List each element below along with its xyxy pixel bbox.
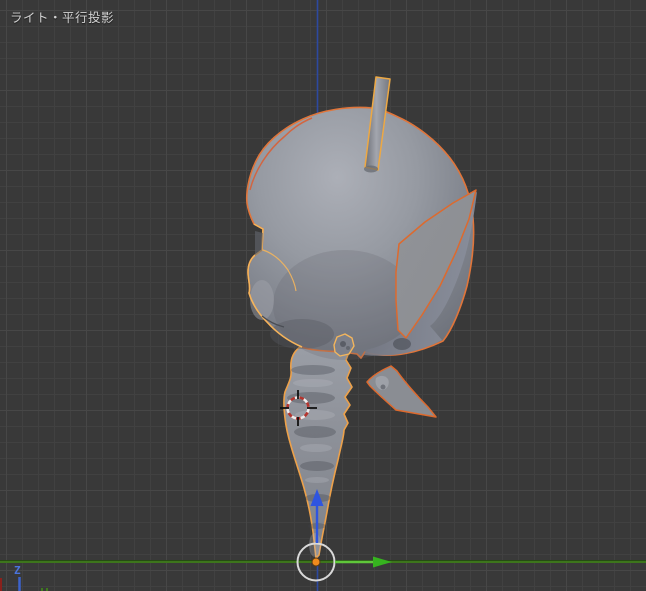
viewport-3d[interactable]: ライト・平行投影 Z — [0, 0, 646, 591]
object-origin-dot — [311, 557, 321, 567]
ear-detail-dot — [340, 341, 346, 347]
model-head[interactable] — [245, 106, 477, 360]
gizmo-y-arrow-head[interactable] — [373, 556, 392, 568]
blade-root-shadow — [393, 338, 411, 350]
ear-detail-dot-2 — [346, 346, 350, 350]
mini-axis-z-label: Z — [14, 564, 21, 577]
character-model[interactable] — [245, 76, 477, 559]
mini-axis-widget: Z — [0, 564, 48, 591]
hair-strand-silhouette[interactable] — [366, 365, 437, 418]
scene-canvas: Z — [0, 0, 646, 591]
antenna-root-shadow — [364, 165, 378, 173]
muzzle-highlight — [250, 280, 274, 320]
hair-strand-piece[interactable] — [366, 365, 437, 418]
hair-strand-dot — [380, 384, 386, 390]
